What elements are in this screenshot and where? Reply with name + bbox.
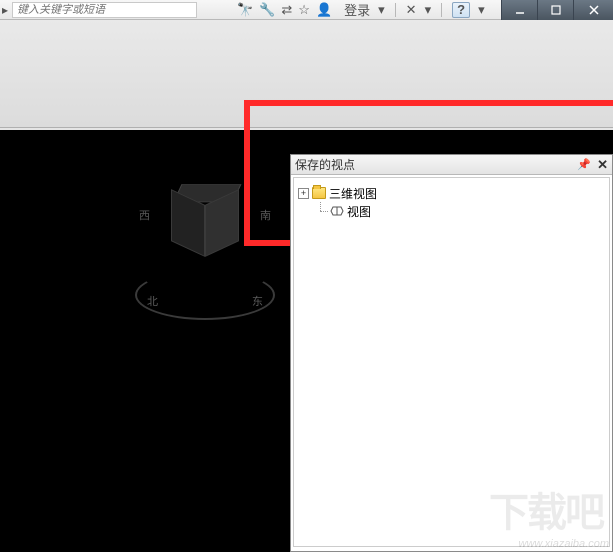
exchange-alt-icon[interactable]: ✕: [406, 2, 417, 18]
view-icon: [330, 205, 344, 217]
panel-title: 保存的视点: [295, 156, 577, 173]
tree-folder-label: 三维视图: [329, 185, 377, 202]
compass-west-label: 西: [139, 207, 150, 223]
tree-item-row[interactable]: 视图: [298, 202, 605, 220]
binoculars-icon[interactable]: 🔭: [237, 2, 253, 18]
compass-north-label: 北: [147, 293, 158, 309]
tree-connector: [315, 202, 327, 220]
separator: [441, 3, 442, 17]
ribbon-area: [0, 20, 613, 128]
window-controls: [501, 0, 613, 20]
viewcube[interactable]: 西 南 北 东: [135, 175, 275, 325]
exchange-icon[interactable]: ⇄: [281, 2, 292, 18]
maximize-button[interactable]: [537, 0, 573, 20]
star-icon[interactable]: ☆: [298, 2, 310, 18]
pin-icon[interactable]: 📌: [577, 158, 591, 171]
wrench-icon[interactable]: 🔧: [259, 2, 275, 18]
separator: [395, 3, 396, 17]
tree-folder-row[interactable]: + 三维视图: [298, 184, 605, 202]
expander-icon[interactable]: +: [298, 188, 309, 199]
login-button[interactable]: 登录: [344, 0, 370, 19]
exchange-dropdown-icon[interactable]: ▾: [425, 2, 432, 18]
minimize-button[interactable]: [501, 0, 537, 20]
folder-icon: [312, 187, 326, 199]
close-button[interactable]: [573, 0, 613, 20]
help-dropdown-icon[interactable]: ▾: [478, 2, 485, 18]
search-input[interactable]: [12, 2, 197, 18]
panel-close-icon[interactable]: ✕: [597, 157, 608, 173]
top-toolbar: ▸ 🔭 🔧 ⇄ ☆ 👤 登录 ▾ ✕ ▾ ? ▾: [0, 0, 613, 20]
viewpoints-tree[interactable]: + 三维视图 视图: [293, 177, 610, 547]
person-icon[interactable]: 👤: [316, 2, 332, 18]
login-dropdown-icon[interactable]: ▾: [378, 2, 385, 18]
viewcube-cube[interactable]: [173, 183, 237, 247]
tree-item-label: 视图: [347, 203, 371, 220]
toolbar-icons: 🔭 🔧 ⇄ ☆ 👤 登录 ▾ ✕ ▾ ? ▾: [237, 0, 485, 19]
compass-south-label: 南: [260, 207, 271, 223]
saved-viewpoints-panel: 保存的视点 📌 ✕ + 三维视图 视图: [290, 154, 613, 552]
compass-east-label: 东: [252, 293, 263, 309]
search-expand-icon[interactable]: ▸: [0, 1, 10, 19]
panel-header[interactable]: 保存的视点 📌 ✕: [291, 155, 612, 175]
help-button[interactable]: ?: [452, 2, 470, 18]
